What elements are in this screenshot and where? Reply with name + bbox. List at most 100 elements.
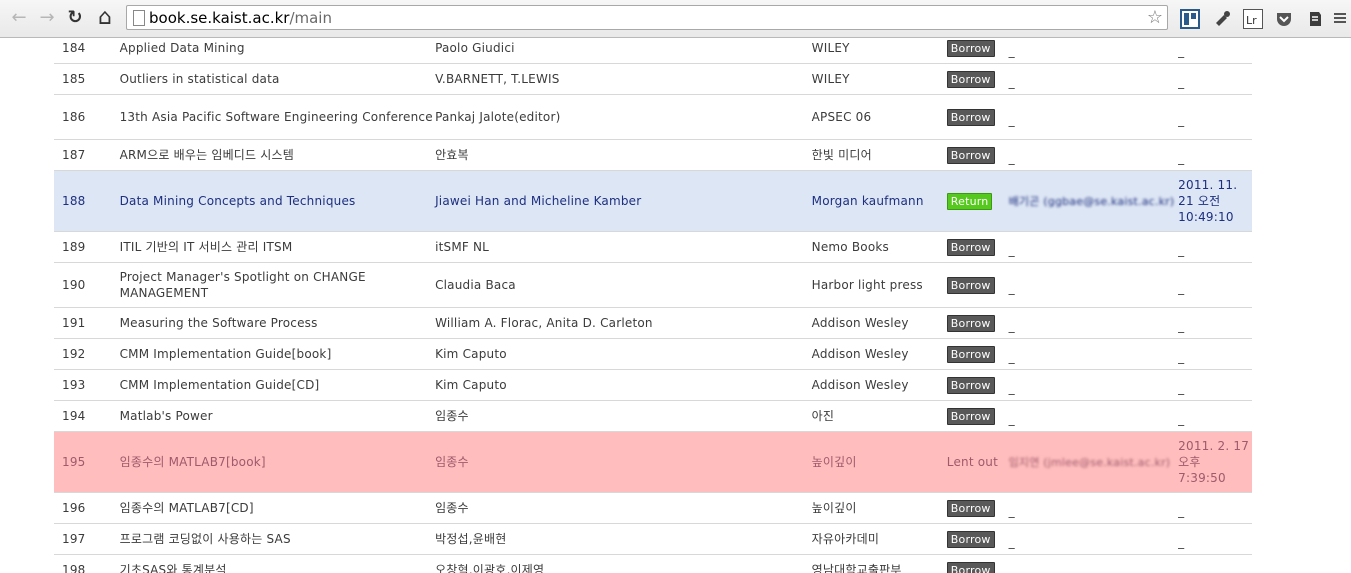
borrow-button[interactable]: Borrow xyxy=(946,108,995,126)
borrow-button[interactable]: Borrow xyxy=(946,376,995,394)
borrow-date-cell: 2011. 11. 21 오전 10:49:10 xyxy=(1178,170,1252,232)
borrow-button[interactable]: Borrow xyxy=(946,39,995,57)
borrower-cell: _ xyxy=(1008,38,1179,64)
borrower-info: _ xyxy=(1008,319,1015,333)
borrow-button[interactable]: Borrow xyxy=(946,561,995,573)
book-publisher: 한빛 미디어 xyxy=(811,139,947,171)
bookmark-star-icon[interactable]: ☆ xyxy=(1147,7,1163,28)
table-row: 187 ARM으로 배우는 임베디드 시스템 안효복 한빛 미디어 Borrow _ _ xyxy=(54,139,1252,171)
borrow-button[interactable]: Borrow xyxy=(946,276,995,294)
book-number: 195 xyxy=(54,431,120,493)
borrow-date: 2011. 2. 17 오후 7:39:50 xyxy=(1178,439,1250,485)
action-cell: Borrow xyxy=(946,63,1009,95)
book-title: 13th Asia Pacific Software Engineering C… xyxy=(119,94,436,140)
url-path: /main xyxy=(289,9,332,27)
book-title: Outliers in statistical data xyxy=(119,63,436,95)
reader-extension-icon[interactable] xyxy=(1180,9,1200,29)
action-cell: Borrow xyxy=(946,369,1009,401)
lr-extension-icon[interactable]: Lr xyxy=(1243,9,1263,29)
borrower-info: _ xyxy=(1008,381,1015,395)
borrow-button[interactable]: Borrow xyxy=(946,407,995,425)
borrower-cell: _ xyxy=(1008,523,1179,555)
book-number: 190 xyxy=(54,262,120,308)
book-title: Applied Data Mining xyxy=(119,38,436,64)
book-number: 186 xyxy=(54,94,120,140)
borrower-info: 배기곤 (ggbae@se.kaist.ac.kr) xyxy=(1008,194,1175,208)
page-icon xyxy=(133,10,145,26)
chrome-menu-icon[interactable] xyxy=(1333,9,1347,29)
url-host: book.se.kaist.ac.kr xyxy=(149,9,290,27)
book-number: 184 xyxy=(54,38,120,64)
book-title: Measuring the Software Process xyxy=(119,307,436,339)
book-table-body: 184 Applied Data Mining Paolo Giudici WILEY… xyxy=(54,38,1252,573)
borrow-date-cell: _ xyxy=(1178,338,1252,370)
reload-icon[interactable]: ↻ xyxy=(64,7,86,29)
borrower-info: _ xyxy=(1008,504,1015,518)
borrow-button[interactable]: Borrow xyxy=(946,530,995,548)
action-cell: Borrow xyxy=(946,262,1009,308)
borrow-date: _ xyxy=(1178,535,1185,549)
borrow-button[interactable]: Borrow xyxy=(946,238,995,256)
book-title: ARM으로 배우는 임베디드 시스템 xyxy=(119,139,436,171)
table-row: 195 임종수의 MATLAB7[book] 임종수 높이깊이 Lent out 임지연 … xyxy=(54,431,1252,493)
book-number: 198 xyxy=(54,554,120,573)
book-title: Project Manager's Spotlight on CHANGE MA… xyxy=(119,262,436,308)
book-publisher: Harbor light press xyxy=(811,262,947,308)
borrower-cell: _ xyxy=(1008,338,1179,370)
borrow-button[interactable]: Borrow xyxy=(946,70,995,88)
book-number: 191 xyxy=(54,307,120,339)
book-title: 프로그램 코딩없이 사용하는 SAS xyxy=(119,523,436,555)
address-bar[interactable]: book.se.kaist.ac.kr/main ☆ xyxy=(126,5,1168,30)
book-author: 임종수 xyxy=(435,492,812,524)
borrower-cell: _ xyxy=(1008,262,1179,308)
table-row: 198 기초SAS와 통계분석 오창혁,이광호,이제영 영남대학교출판부 Borrow _… xyxy=(54,554,1252,573)
action-cell: Borrow xyxy=(946,338,1009,370)
borrow-date-cell: _ xyxy=(1178,523,1252,555)
borrow-button[interactable]: Borrow xyxy=(946,146,995,164)
evernote-icon[interactable] xyxy=(1305,9,1325,29)
book-publisher: Morgan kaufmann xyxy=(811,170,947,232)
book-number: 189 xyxy=(54,231,120,263)
book-title: Data Mining Concepts and Techniques xyxy=(119,170,436,232)
borrow-button[interactable]: Borrow xyxy=(946,345,995,363)
pocket-icon[interactable] xyxy=(1274,9,1294,29)
action-cell: Borrow xyxy=(946,400,1009,432)
borrow-date: _ xyxy=(1178,151,1185,165)
borrow-date: _ xyxy=(1178,44,1185,58)
book-publisher: WILEY xyxy=(811,63,947,95)
forward-icon[interactable]: → xyxy=(36,7,58,29)
url-text: book.se.kaist.ac.kr/main xyxy=(149,9,332,27)
borrower-cell: _ xyxy=(1008,369,1179,401)
borrower-cell: _ xyxy=(1008,492,1179,524)
book-author: Kim Caputo xyxy=(435,369,812,401)
action-cell: Borrow xyxy=(946,231,1009,263)
borrow-button[interactable]: Borrow xyxy=(946,499,995,517)
borrow-date-cell: _ xyxy=(1178,38,1252,64)
book-author: V.BARNETT, T.LEWIS xyxy=(435,63,812,95)
back-icon[interactable]: ← xyxy=(8,7,30,29)
borrow-button[interactable]: Borrow xyxy=(946,314,995,332)
borrow-date-cell: _ xyxy=(1178,492,1252,524)
table-row: 196 임종수의 MATLAB7[CD] 임종수 높이깊이 Borrow _ _ xyxy=(54,492,1252,524)
book-publisher: APSEC 06 xyxy=(811,94,947,140)
book-author: Paolo Giudici xyxy=(435,38,812,64)
book-author: William A. Florac, Anita D. Carleton xyxy=(435,307,812,339)
home-icon[interactable]: ⌂ xyxy=(94,7,116,29)
book-author: Jiawei Han and Micheline Kamber xyxy=(435,170,812,232)
borrower-info: _ xyxy=(1008,243,1015,257)
borrower-info: _ xyxy=(1008,412,1015,426)
book-title: CMM Implementation Guide[CD] xyxy=(119,369,436,401)
action-cell: Borrow xyxy=(946,139,1009,171)
return-button[interactable]: Return xyxy=(946,192,993,210)
borrower-cell: _ xyxy=(1008,307,1179,339)
borrow-date-cell: _ xyxy=(1178,400,1252,432)
table-row: 189 ITIL 기반의 IT 서비스 관리 ITSM itSMF NL Nemo B… xyxy=(54,231,1252,263)
book-publisher: Addison Wesley xyxy=(811,307,947,339)
borrower-info: _ xyxy=(1008,281,1015,295)
book-title: ITIL 기반의 IT 서비스 관리 ITSM xyxy=(119,231,436,263)
action-cell: Borrow xyxy=(946,492,1009,524)
page-content: 184 Applied Data Mining Paolo Giudici WILEY… xyxy=(0,38,1351,573)
book-number: 187 xyxy=(54,139,120,171)
evernote-web-clipper-icon[interactable] xyxy=(1212,9,1232,29)
borrower-info: _ xyxy=(1008,566,1015,573)
